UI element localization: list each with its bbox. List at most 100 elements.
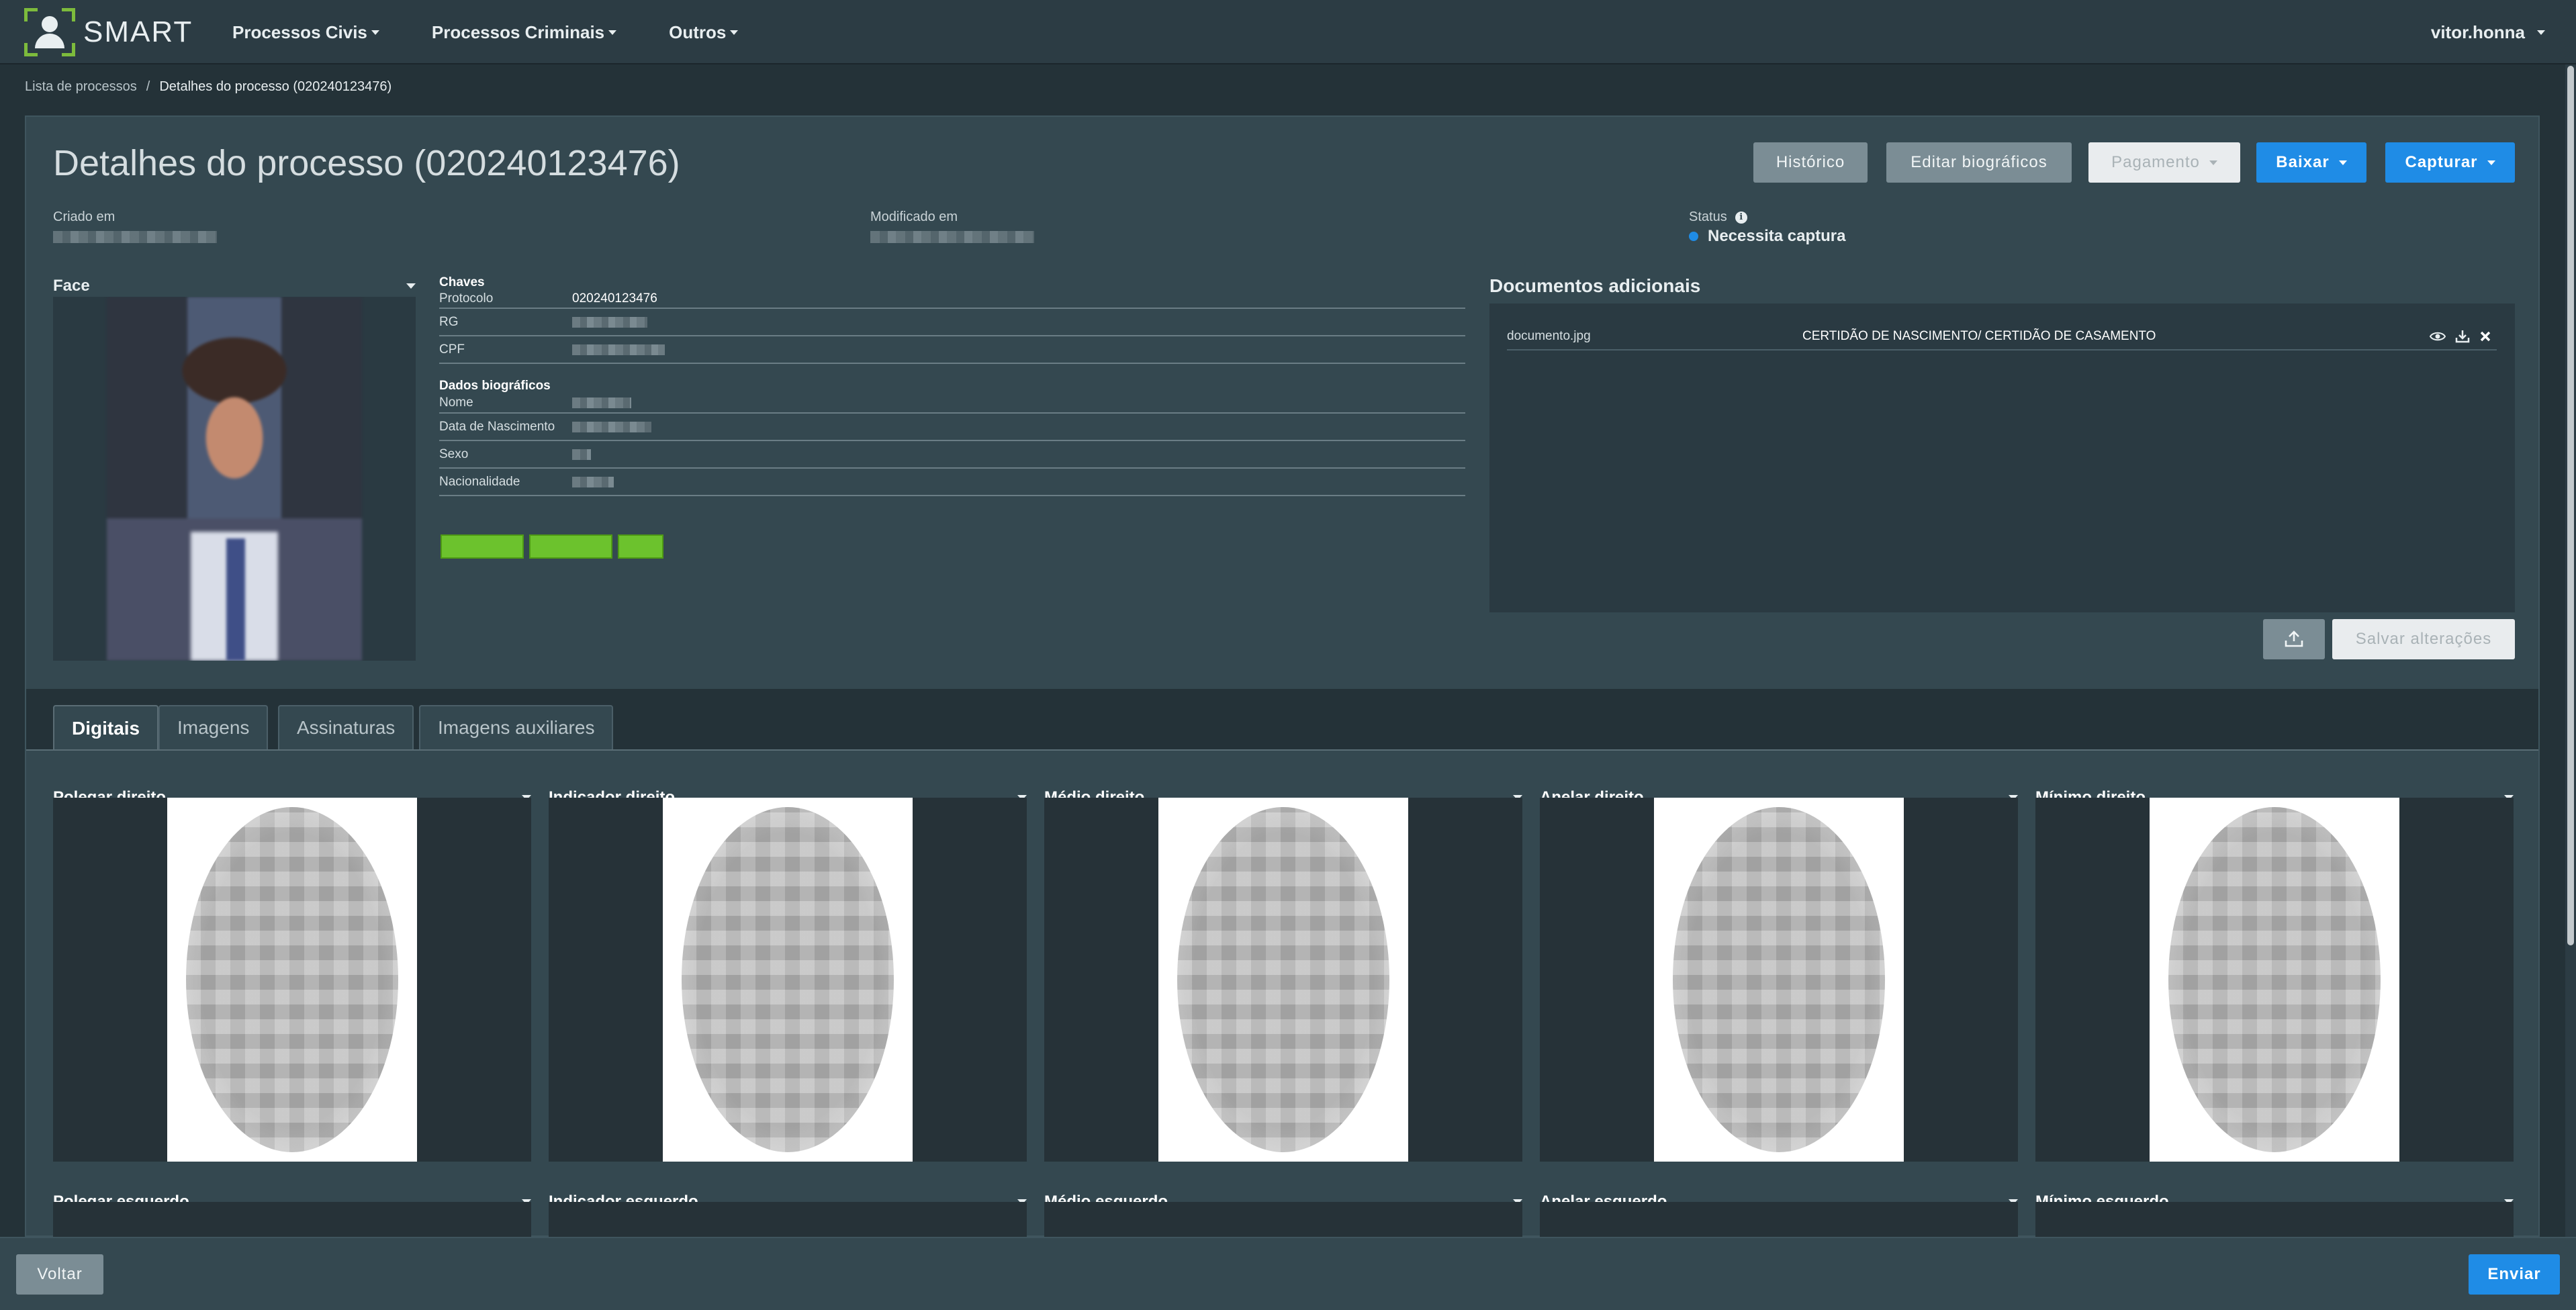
criado-em-value-redacted	[53, 231, 217, 243]
page-title: Detalhes do processo (020240123476)	[53, 143, 680, 183]
process-info: Chaves Protocolo 020240123476 RG CPF Dad…	[439, 275, 1465, 496]
tag-chips	[441, 534, 663, 559]
chaves-title: Chaves	[439, 275, 485, 289]
status-label-group: Status i	[1689, 209, 1747, 225]
main-nav: Processos Civis Processos Criminais Outr…	[232, 0, 790, 64]
fingerprint-oval	[2168, 807, 2381, 1152]
finger-image-frame	[2035, 1202, 2514, 1242]
pagamento-button[interactable]: Pagamento	[2088, 142, 2240, 183]
sexo-value-redacted	[572, 449, 591, 460]
person-frame-icon	[24, 8, 75, 56]
finger-image-frame	[1540, 1202, 2018, 1242]
tab-label: Assinaturas	[297, 717, 396, 738]
capturar-label: Capturar	[2405, 153, 2478, 171]
fingerprint-oval	[1177, 807, 1389, 1152]
close-icon[interactable]	[2479, 330, 2491, 342]
face-label: Face	[53, 277, 90, 295]
tab-imagens-auxiliares[interactable]: Imagens auxiliares	[419, 705, 614, 749]
tab-imagens[interactable]: Imagens	[158, 705, 269, 749]
document-type: CERTIDÃO DE NASCIMENTO/ CERTIDÃO DE CASA…	[1802, 329, 2156, 343]
info-row-protocolo: Protocolo 020240123476	[439, 290, 1465, 309]
finger-image-frame	[1044, 1202, 1522, 1242]
nav-label: Outros	[669, 21, 727, 42]
info-row-rg: RG	[439, 309, 1465, 336]
caret-down-icon	[730, 30, 739, 35]
document-actions	[2430, 330, 2491, 343]
capturar-button[interactable]: Capturar	[2385, 142, 2515, 183]
tab-digitais[interactable]: Digitais	[53, 705, 159, 751]
rg-value-redacted	[572, 316, 647, 328]
status-value: Necessita captura	[1708, 227, 1846, 245]
nav-label: Processos Civis	[232, 21, 367, 42]
criado-em-label: Criado em	[53, 209, 116, 224]
documentos-adicionais-title: Documentos adicionais	[1489, 275, 1701, 296]
tab-label: Imagens auxiliares	[438, 717, 595, 738]
nav-processos-civis[interactable]: Processos Civis	[232, 22, 379, 43]
smart-logo[interactable]: SMART	[24, 8, 193, 56]
document-row: documento.jpg CERTIDÃO DE NASCIMENTO/ CE…	[1507, 324, 2497, 350]
editar-biograficos-button[interactable]: Editar biográficos	[1886, 142, 2072, 183]
tab-divider	[26, 749, 2538, 751]
info-key: Sexo	[439, 447, 469, 461]
finger-image-frame	[1540, 798, 2018, 1162]
nav-outros[interactable]: Outros	[669, 21, 739, 43]
tag-chip[interactable]	[529, 534, 612, 559]
voltar-button[interactable]: Voltar	[16, 1254, 103, 1295]
page-scrollbar[interactable]	[2565, 64, 2576, 1237]
caret-down-icon	[2487, 160, 2495, 165]
finger-image-frame	[53, 798, 531, 1162]
breadcrumb-current: Detalhes do processo (020240123476)	[159, 79, 392, 94]
process-details-panel: Detalhes do processo (020240123476) Hist…	[25, 115, 2540, 1242]
fingerprint-image	[167, 798, 417, 1162]
salvar-alteracoes-button[interactable]: Salvar alterações	[2332, 619, 2515, 659]
tab-label: Digitais	[72, 718, 140, 739]
user-menu[interactable]: vitor.honna	[2431, 0, 2545, 64]
enviar-button[interactable]: Enviar	[2469, 1254, 2560, 1295]
caret-down-icon	[2209, 160, 2217, 165]
upload-document-button[interactable]	[2263, 619, 2325, 659]
info-key: Nome	[439, 395, 473, 410]
nome-value-redacted	[572, 397, 631, 408]
info-icon[interactable]: i	[1735, 211, 1747, 224]
salvar-label: Salvar alterações	[2355, 630, 2492, 648]
info-key: Protocolo	[439, 291, 494, 306]
nav-processos-criminais[interactable]: Processos Criminais	[431, 21, 617, 43]
fingerprint-image	[1158, 798, 1408, 1162]
scrollbar-thumb[interactable]	[2567, 66, 2574, 945]
info-key: Data de Nascimento	[439, 419, 555, 434]
info-row-nascimento: Data de Nascimento	[439, 414, 1465, 441]
finger-image-frame	[549, 798, 1027, 1162]
footer-bar: Voltar Enviar	[0, 1237, 2576, 1310]
nascimento-value-redacted	[572, 421, 651, 432]
face-dropdown[interactable]: Face	[53, 277, 416, 295]
tab-assinaturas[interactable]: Assinaturas	[278, 705, 414, 749]
caret-down-icon	[2338, 160, 2347, 165]
info-row-sexo: Sexo	[439, 441, 1465, 469]
download-icon[interactable]	[2455, 330, 2470, 343]
breadcrumb-parent-link[interactable]: Lista de processos	[25, 79, 137, 95]
finger-image-frame	[53, 1202, 531, 1242]
fingerprint-oval	[186, 807, 398, 1152]
tag-chip[interactable]	[618, 534, 663, 559]
historico-button[interactable]: Histórico	[1753, 142, 1868, 183]
eye-icon[interactable]	[2430, 331, 2446, 342]
status-indicator: Necessita captura	[1689, 227, 1845, 246]
document-name: documento.jpg	[1507, 329, 1591, 343]
nav-label: Processos Criminais	[431, 21, 605, 42]
historico-label: Histórico	[1776, 153, 1845, 171]
upload-icon	[2285, 630, 2303, 647]
baixar-button[interactable]: Baixar	[2256, 142, 2366, 183]
dados-biograficos-title: Dados biográficos	[439, 379, 551, 393]
finger-image-frame	[549, 1202, 1027, 1242]
breadcrumb: Lista de processos / Detalhes do process…	[25, 79, 392, 95]
fingerprint-oval	[1673, 807, 1885, 1152]
modificado-em-label: Modificado em	[870, 209, 958, 224]
caret-down-icon	[2537, 30, 2545, 35]
editar-label: Editar biográficos	[1911, 153, 2048, 171]
top-navbar: SMART Processos Civis Processos Criminai…	[0, 0, 2576, 64]
finger-image-frame	[2035, 798, 2514, 1162]
modificado-em-value-redacted	[870, 231, 1034, 243]
info-row-nacionalidade: Nacionalidade	[439, 469, 1465, 496]
info-row-nome: Nome	[439, 393, 1465, 414]
tag-chip[interactable]	[441, 534, 524, 559]
